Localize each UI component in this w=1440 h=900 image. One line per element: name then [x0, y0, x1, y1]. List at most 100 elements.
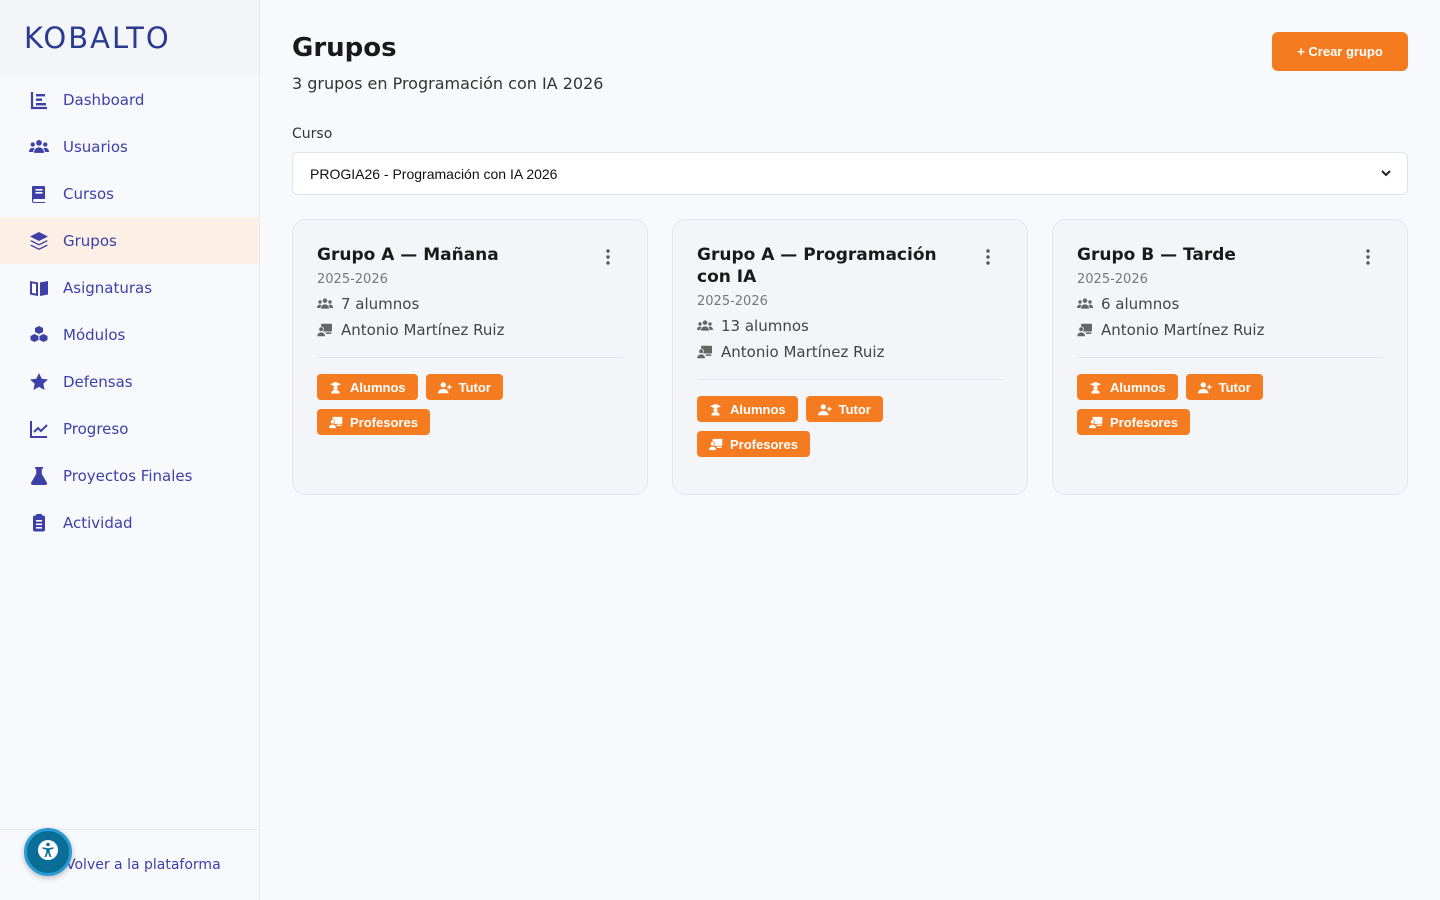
group-students: 6 alumnos: [1077, 295, 1383, 313]
card-divider: [697, 379, 1003, 380]
teacher-icon: [1089, 415, 1103, 429]
add-user-icon: [817, 402, 832, 416]
students-button[interactable]: Alumnos: [1077, 374, 1178, 400]
group-students-count: 13 alumnos: [721, 317, 809, 335]
chevron-down-icon: [1379, 166, 1393, 180]
tutor-button[interactable]: Tutor: [1185, 374, 1263, 400]
group-title: Grupo B — Tarde: [1077, 245, 1236, 265]
tutor-button-label: Tutor: [1218, 379, 1251, 395]
accessibility-icon: [37, 839, 59, 865]
users-icon: [317, 296, 333, 312]
more-options-icon[interactable]: [1365, 248, 1371, 266]
sidebar-item-label: Asignaturas: [63, 278, 153, 297]
sidebar-item-label: Usuarios: [63, 137, 128, 156]
accessibility-button[interactable]: [24, 828, 72, 876]
group-card: Grupo A — Mañana 2025-2026 7 alumnos Ant…: [292, 219, 648, 495]
group-year: 2025-2026: [1077, 272, 1148, 287]
sidebar-nav: Dashboard Usuarios Cursos Grupos Asignat…: [0, 76, 259, 546]
sidebar-item-asignaturas[interactable]: Asignaturas: [0, 264, 259, 311]
logo-text: KOBALTO: [24, 21, 171, 55]
tutor-button-label: Tutor: [838, 401, 871, 417]
star-icon: [27, 370, 51, 394]
users-icon: [27, 135, 51, 159]
teacher-icon: [709, 437, 723, 451]
card-actions: Alumnos Tutor Profesores: [317, 374, 623, 435]
teachers-button[interactable]: Profesores: [697, 431, 810, 457]
sidebar-item-usuarios[interactable]: Usuarios: [0, 123, 259, 170]
graduate-icon: [709, 402, 723, 416]
students-button[interactable]: Alumnos: [697, 396, 798, 422]
card-divider: [317, 357, 623, 358]
open-book-icon: [27, 276, 51, 300]
group-students-count: 6 alumnos: [1101, 295, 1180, 313]
group-students: 7 alumnos: [317, 295, 623, 313]
line-chart-icon: [27, 417, 51, 441]
group-teacher-name: Antonio Martínez Ruiz: [341, 321, 505, 339]
group-title: Grupo A — Mañana: [317, 245, 499, 265]
group-cards: Grupo A — Mañana 2025-2026 7 alumnos Ant…: [292, 219, 1408, 495]
teachers-button[interactable]: Profesores: [1077, 409, 1190, 435]
flask-icon: [27, 464, 51, 488]
group-students-count: 7 alumnos: [341, 295, 420, 313]
back-to-platform-label: Volver a la plataforma: [66, 857, 221, 873]
card-divider: [1077, 357, 1383, 358]
group-teacher: Antonio Martínez Ruiz: [697, 343, 1003, 361]
group-teacher: Antonio Martínez Ruiz: [1077, 321, 1383, 339]
sidebar-item-cursos[interactable]: Cursos: [0, 170, 259, 217]
students-button-label: Alumnos: [730, 401, 786, 417]
tutor-button[interactable]: Tutor: [425, 374, 503, 400]
group-title: Grupo A — Programación con IA: [697, 245, 937, 287]
logo[interactable]: KOBALTO: [0, 0, 259, 76]
students-button-label: Alumnos: [350, 379, 406, 395]
sidebar-item-label: Defensas: [63, 372, 133, 391]
teachers-button-label: Profesores: [1110, 414, 1178, 430]
sidebar-item-proyectos-finales[interactable]: Proyectos Finales: [0, 452, 259, 499]
students-button-label: Alumnos: [1110, 379, 1166, 395]
sidebar-item-progreso[interactable]: Progreso: [0, 405, 259, 452]
book-icon: [27, 182, 51, 206]
page-title: Grupos: [292, 33, 397, 63]
teachers-button-label: Profesores: [350, 414, 418, 430]
sidebar: KOBALTO Dashboard Usuarios Cursos Grupos: [0, 0, 260, 900]
page-subtitle: 3 grupos en Programación con IA 2026: [292, 74, 604, 93]
course-label: Curso: [292, 126, 333, 142]
more-options-icon[interactable]: [985, 248, 991, 266]
teachers-button-label: Profesores: [730, 436, 798, 452]
students-button[interactable]: Alumnos: [317, 374, 418, 400]
sidebar-item-label: Cursos: [63, 184, 114, 203]
teacher-icon: [697, 344, 713, 360]
group-teacher-name: Antonio Martínez Ruiz: [721, 343, 885, 361]
dashboard-icon: [27, 88, 51, 112]
sidebar-item-label: Dashboard: [63, 90, 145, 109]
sidebar-item-grupos[interactable]: Grupos: [0, 217, 259, 264]
add-user-icon: [1197, 380, 1212, 394]
teacher-icon: [317, 322, 333, 338]
group-card: Grupo A — Programación con IA 2025-2026 …: [672, 219, 1028, 495]
card-actions: Alumnos Tutor Profesores: [697, 396, 1003, 457]
users-icon: [697, 318, 713, 334]
clipboard-icon: [27, 511, 51, 535]
group-card: Grupo B — Tarde 2025-2026 6 alumnos Anto…: [1052, 219, 1408, 495]
course-select[interactable]: PROGIA26 - Programación con IA 2026: [292, 152, 1408, 195]
teacher-icon: [329, 415, 343, 429]
sidebar-item-modulos[interactable]: Módulos: [0, 311, 259, 358]
group-teacher-name: Antonio Martínez Ruiz: [1101, 321, 1265, 339]
group-students: 13 alumnos: [697, 317, 1003, 335]
group-year: 2025-2026: [697, 294, 768, 309]
tutor-button[interactable]: Tutor: [805, 396, 883, 422]
sidebar-item-label: Grupos: [63, 231, 117, 250]
sidebar-item-label: Actividad: [63, 513, 133, 532]
sidebar-item-label: Módulos: [63, 325, 126, 344]
sidebar-item-actividad[interactable]: Actividad: [0, 499, 259, 546]
sidebar-item-dashboard[interactable]: Dashboard: [0, 76, 259, 123]
sidebar-item-label: Progreso: [63, 419, 129, 438]
card-actions: Alumnos Tutor Profesores: [1077, 374, 1383, 435]
cubes-icon: [27, 323, 51, 347]
tutor-button-label: Tutor: [458, 379, 491, 395]
sidebar-item-defensas[interactable]: Defensas: [0, 358, 259, 405]
teachers-button[interactable]: Profesores: [317, 409, 430, 435]
create-group-button[interactable]: + Crear grupo: [1272, 32, 1408, 71]
more-options-icon[interactable]: [605, 248, 611, 266]
sidebar-item-label: Proyectos Finales: [63, 466, 193, 485]
graduate-icon: [329, 380, 343, 394]
